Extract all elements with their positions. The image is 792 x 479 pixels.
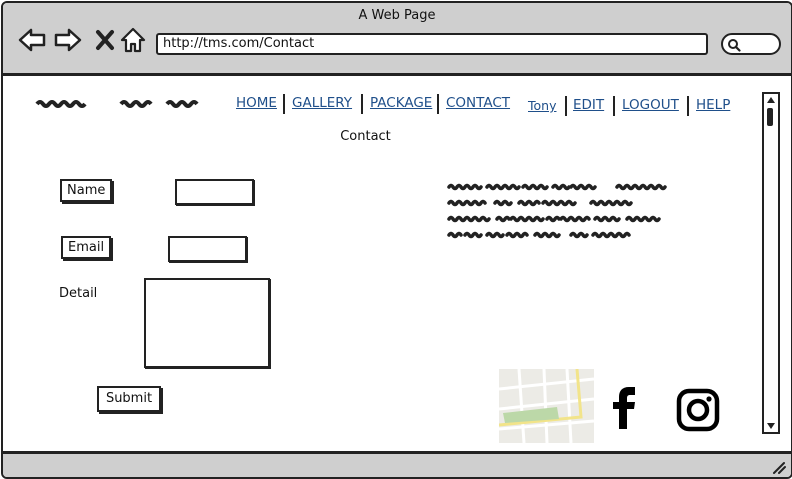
nav-user-tony[interactable]: Tony [528,98,556,113]
page-title: Contact [340,129,391,144]
back-arrow-icon[interactable] [17,25,47,55]
nav-separator [361,94,363,114]
nav-separator [437,94,439,114]
nav-package[interactable]: PACKAGE [370,95,432,111]
forward-arrow-icon[interactable] [53,25,83,55]
submit-button[interactable]: Submit [97,386,161,412]
browser-chrome: A Web Page http://tms.com/Contact [3,3,791,76]
detail-label: Detail [59,286,98,301]
close-icon[interactable] [91,25,121,55]
browser-status-bar [3,451,791,477]
scroll-down-icon[interactable] [765,421,777,431]
nav-edit[interactable]: EDIT [573,97,604,113]
nav-separator [687,96,689,116]
email-input[interactable] [168,236,247,262]
browser-window: A Web Page http://tms.com/Contact HOME G… [1,1,792,479]
nav-separator [613,96,615,116]
nav-separator [283,94,285,114]
browser-search-button[interactable] [721,33,781,55]
scroll-thumb[interactable] [767,108,773,126]
window-title: A Web Page [358,8,436,23]
nav-contact[interactable]: CONTACT [446,95,510,111]
address-bar[interactable]: http://tms.com/Contact [156,33,708,55]
facebook-icon[interactable] [609,385,641,431]
url-text: http://tms.com/Contact [163,36,315,51]
search-icon [728,39,741,52]
instagram-icon[interactable] [676,388,720,432]
map-thumbnail[interactable] [499,369,594,443]
scroll-up-icon[interactable] [765,95,777,105]
description-paragraph [447,183,667,239]
email-label: Email [61,236,112,259]
vertical-scrollbar[interactable] [762,92,780,434]
resize-grip-icon[interactable] [771,460,787,474]
site-logo [35,100,199,108]
home-icon[interactable] [118,25,148,55]
name-label: Name [60,179,113,202]
name-input[interactable] [175,179,254,205]
nav-separator [565,96,567,116]
nav-help[interactable]: HELP [696,97,730,113]
nav-gallery[interactable]: GALLERY [292,95,352,111]
nav-logout[interactable]: LOGOUT [622,97,679,113]
nav-home[interactable]: HOME [236,95,277,111]
detail-textarea[interactable] [144,278,270,368]
